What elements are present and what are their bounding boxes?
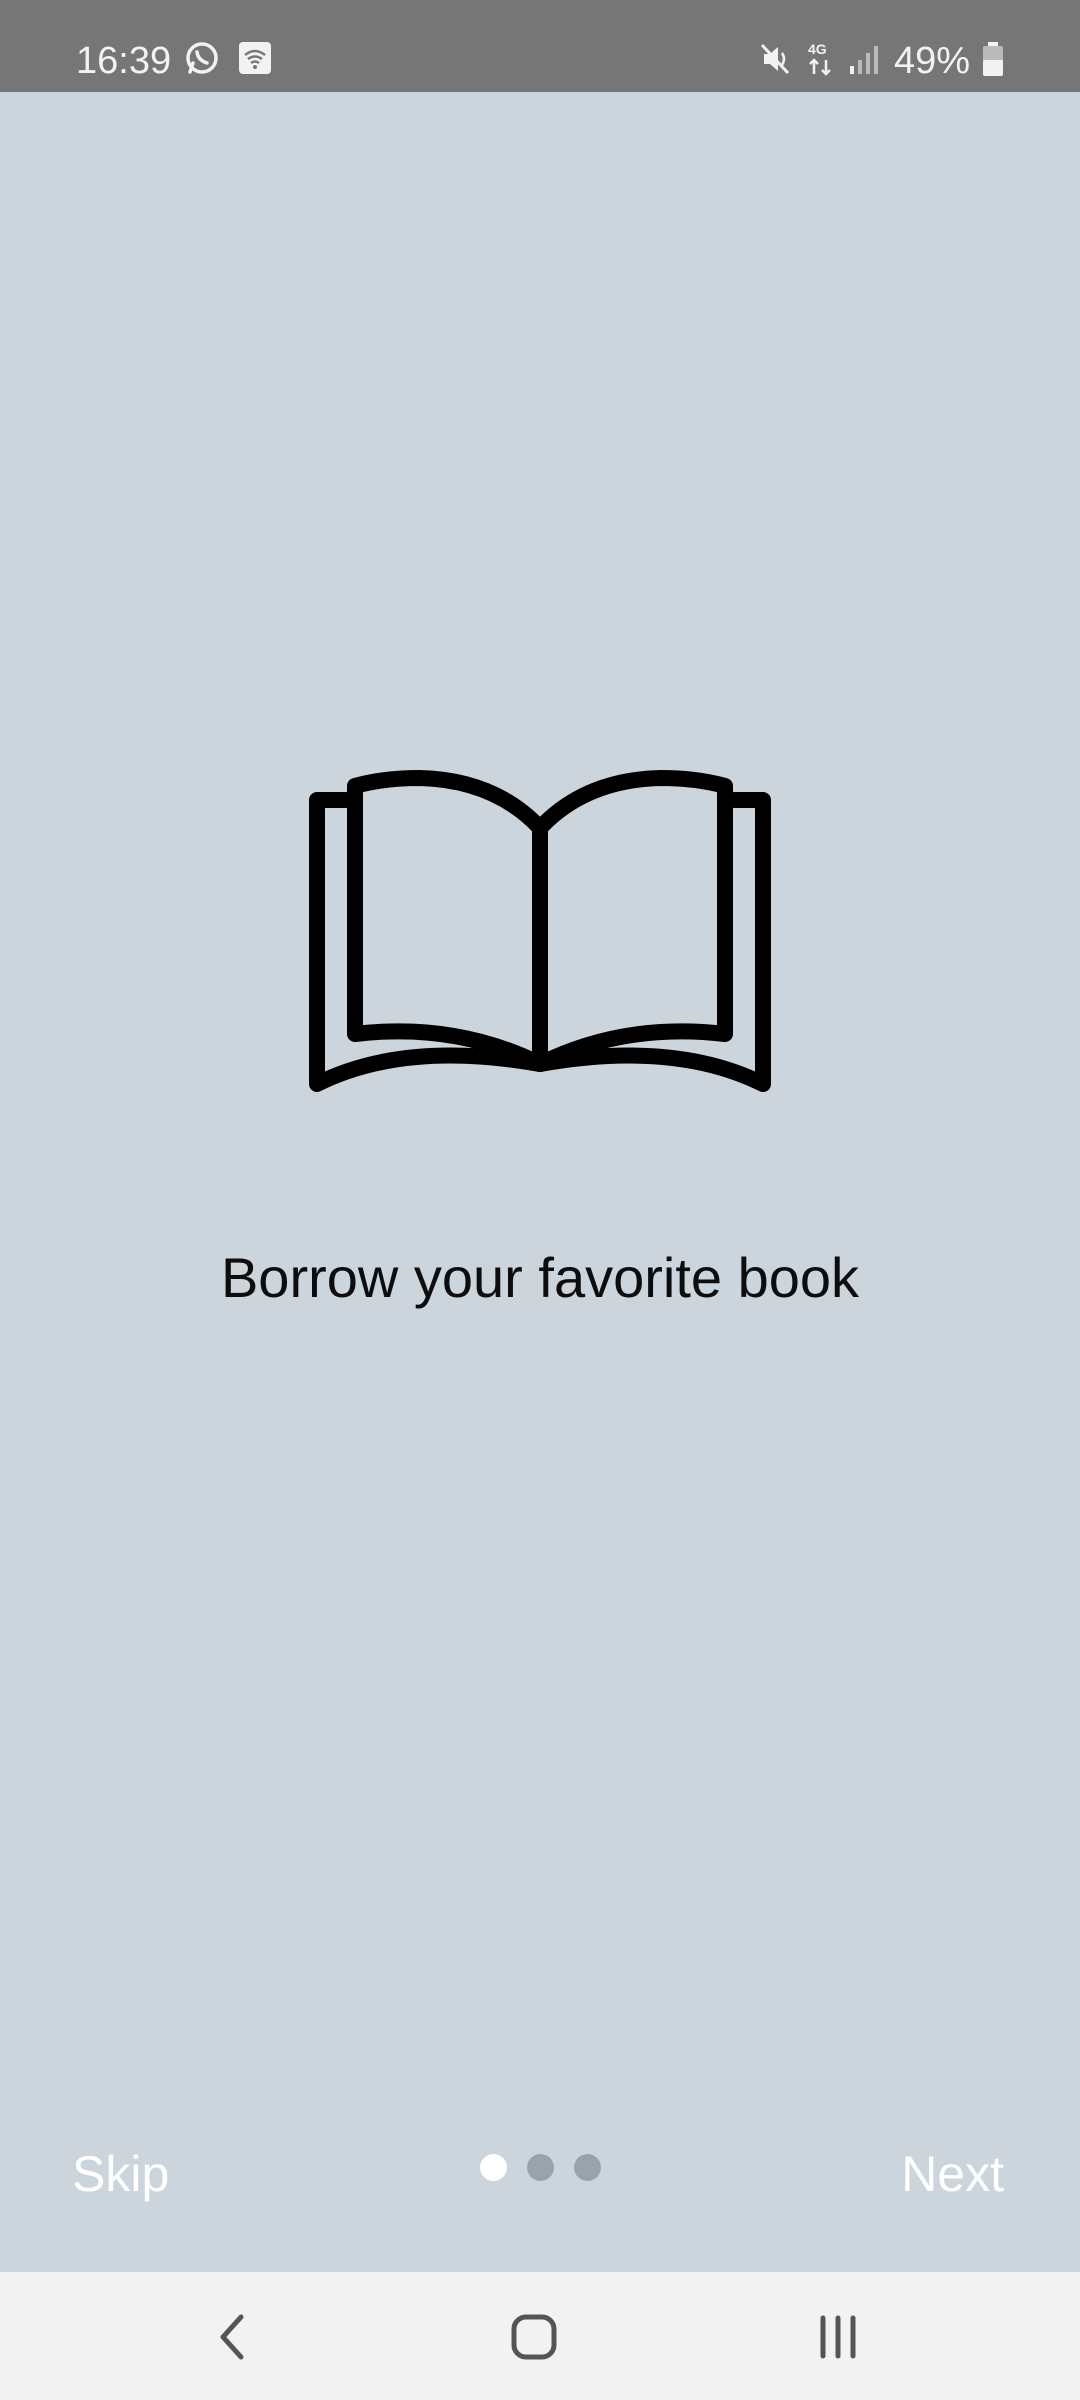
signal-icon (848, 42, 882, 81)
status-right-icons: 4G 49% (758, 38, 1004, 84)
wifi-calling-icon (238, 41, 272, 80)
skip-button[interactable]: Skip (72, 2144, 169, 2204)
page-dot-2[interactable] (527, 2154, 554, 2181)
recents-icon (820, 2315, 856, 2359)
back-icon (220, 2314, 244, 2360)
onboarding-title: Borrow your favorite book (220, 1246, 860, 1309)
status-left-icons (184, 40, 272, 81)
page-dot-1[interactable] (480, 2154, 507, 2181)
whatsapp-icon (184, 40, 220, 81)
home-button[interactable] (494, 2302, 574, 2372)
page-indicator (480, 2154, 601, 2181)
open-book-icon (309, 770, 771, 1092)
system-nav-bar (0, 2272, 1080, 2400)
next-button[interactable]: Next (901, 2144, 1004, 2204)
home-icon (511, 2314, 557, 2360)
onboarding-footer: Skip Next (0, 2134, 1080, 2214)
battery-percentage: 49% (893, 40, 970, 82)
mute-icon (758, 41, 794, 82)
status-bar: 16:39 4G 49% (0, 0, 1080, 92)
4g-icon: 4G (806, 40, 836, 83)
onboarding-screen (0, 92, 1080, 2272)
svg-text:4G: 4G (808, 41, 827, 57)
battery-icon (982, 41, 1004, 82)
page-dot-3[interactable] (574, 2154, 601, 2181)
back-button[interactable] (193, 2302, 273, 2372)
status-time: 16:39 (76, 40, 172, 82)
recents-button[interactable] (798, 2302, 878, 2372)
